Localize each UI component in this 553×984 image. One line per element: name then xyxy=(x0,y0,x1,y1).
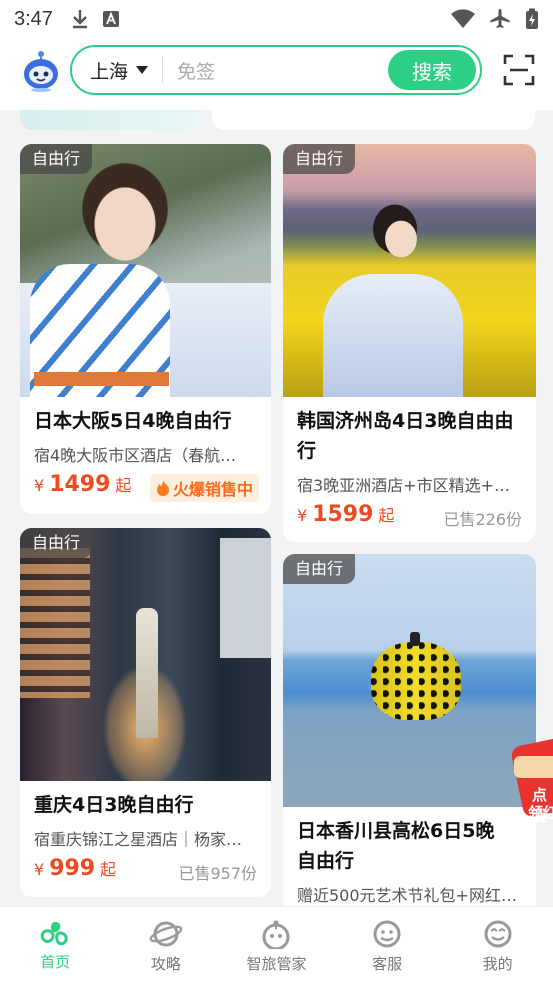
tab-customer-service[interactable]: 客服 xyxy=(332,907,443,984)
building-right xyxy=(220,538,271,658)
clock-tower xyxy=(136,608,158,738)
hot-sale-label: 火爆销售中 xyxy=(172,480,253,499)
partial-card-right[interactable] xyxy=(212,110,535,130)
tab-label: 首页 xyxy=(40,953,71,971)
tab-label: 智旅管家 xyxy=(246,955,307,973)
price-value: 1599 xyxy=(312,502,374,527)
product-title-line2: 行 xyxy=(297,440,317,462)
search-divider xyxy=(162,57,164,83)
robot-assistant-icon[interactable] xyxy=(22,50,60,92)
osaka-photo xyxy=(20,144,271,397)
sold-count: 已售957份 xyxy=(178,864,257,883)
product-title-line1: 韩国济州岛4日3晚自由由 xyxy=(297,410,514,432)
flame-icon xyxy=(156,480,169,496)
tab-travel-butler[interactable]: 智旅管家 xyxy=(221,907,332,984)
product-title: 重庆4日3晚自由行 xyxy=(34,794,194,816)
building-left xyxy=(20,548,90,698)
red-packet-flap xyxy=(514,756,553,778)
chongqing-photo xyxy=(20,528,271,781)
home-leaf-icon xyxy=(41,922,68,946)
search-bar[interactable]: 上海 免签 搜索 xyxy=(70,45,482,95)
product-subtitle: 宿重庆锦江之星酒店｜杨家… xyxy=(34,830,243,849)
product-subtitle: 宿3晚亚洲酒店+市区精选+… xyxy=(297,476,510,495)
price-currency: ¥ xyxy=(34,476,45,495)
tab-label: 攻略 xyxy=(150,955,181,973)
jeju-photo xyxy=(283,144,536,397)
sold-count: 已售226份 xyxy=(443,510,522,529)
headset-face-icon xyxy=(373,920,401,948)
pumpkin-sculpture xyxy=(371,642,461,720)
product-card-takamatsu[interactable]: 自由行 日本香川县高松6日5晚 自由行 赠近500元艺术节礼包+网红… xyxy=(283,554,536,906)
caret-down-icon xyxy=(136,66,149,74)
price-suffix: 起 xyxy=(100,860,117,879)
price-currency: ¥ xyxy=(297,506,308,525)
product-tag: 自由行 xyxy=(20,528,93,558)
city-selector[interactable]: 上海 xyxy=(90,57,149,84)
smiley-profile-icon xyxy=(484,920,512,948)
hanbok-shape xyxy=(323,274,463,397)
planet-icon xyxy=(149,921,183,947)
product-subtitle: 宿4晚大阪市区酒店（春航… xyxy=(34,446,237,465)
tab-home[interactable]: 首页 xyxy=(0,907,111,984)
tab-guides[interactable]: 攻略 xyxy=(111,907,222,984)
pumpkin-stem xyxy=(410,632,420,646)
product-title-line1: 日本香川县高松6日5晚 xyxy=(297,820,495,842)
product-feed[interactable]: 自由行 日本大阪5日4晚自由行 宿4晚大阪市区酒店（春航… ¥ 1499 起 火… xyxy=(0,110,553,906)
product-price: ¥ 999 起 xyxy=(34,856,116,881)
product-tag: 自由行 xyxy=(20,144,93,174)
scan-icon[interactable] xyxy=(503,54,535,86)
product-price: ¥ 1499 起 xyxy=(34,472,131,497)
product-title: 日本大阪5日4晚自由行 xyxy=(34,410,232,432)
wifi-icon xyxy=(451,9,475,28)
city-label: 上海 xyxy=(90,60,129,83)
tab-profile[interactable]: 我的 xyxy=(442,907,553,984)
red-packet-promo[interactable]: 点我 领红 xyxy=(510,738,553,825)
price-value: 1499 xyxy=(49,472,111,497)
product-price: ¥ 1599 起 xyxy=(297,502,394,527)
product-card-jeju[interactable]: 自由行 韩国济州岛4日3晚自由由 行 宿3晚亚洲酒店+市区精选+… ¥ 1599… xyxy=(283,144,536,542)
robot-face-icon xyxy=(262,920,290,949)
battery-charging-icon xyxy=(526,8,538,29)
price-currency: ¥ xyxy=(34,860,45,879)
partial-card-left[interactable] xyxy=(20,110,200,130)
obi-sash xyxy=(34,372,169,386)
price-value: 999 xyxy=(49,856,96,881)
product-title-line2: 自由行 xyxy=(297,850,355,872)
search-button[interactable]: 搜索 xyxy=(388,50,476,90)
download-icon xyxy=(72,10,87,29)
product-card-chongqing[interactable]: 自由行 重庆4日3晚自由行 宿重庆锦江之星酒店｜杨家… ¥ 999 起 已售95… xyxy=(20,528,271,897)
font-a-icon xyxy=(102,11,119,27)
tab-label: 我的 xyxy=(482,955,513,973)
takamatsu-photo xyxy=(283,554,536,807)
product-subtitle: 赠近500元艺术节礼包+网红… xyxy=(297,886,517,905)
price-suffix: 起 xyxy=(115,476,132,495)
airplane-icon xyxy=(490,9,510,28)
tab-label: 客服 xyxy=(372,955,403,973)
promo-line2: 领红 xyxy=(528,804,553,822)
product-tag: 自由行 xyxy=(283,144,356,174)
product-card-osaka[interactable]: 自由行 日本大阪5日4晚自由行 宿4晚大阪市区酒店（春航… ¥ 1499 起 火… xyxy=(20,144,271,514)
status-time: 3:47 xyxy=(14,7,53,30)
product-tag: 自由行 xyxy=(283,554,356,584)
price-suffix: 起 xyxy=(378,506,395,525)
search-input[interactable]: 免签 xyxy=(177,57,215,84)
status-bar: 3:47 xyxy=(0,0,553,38)
bottom-tab-bar: 首页 攻略 智旅管家 客服 我的 xyxy=(0,906,553,984)
header: 上海 免签 搜索 xyxy=(0,38,553,110)
hot-sale-badge: 火爆销售中 xyxy=(149,474,259,502)
